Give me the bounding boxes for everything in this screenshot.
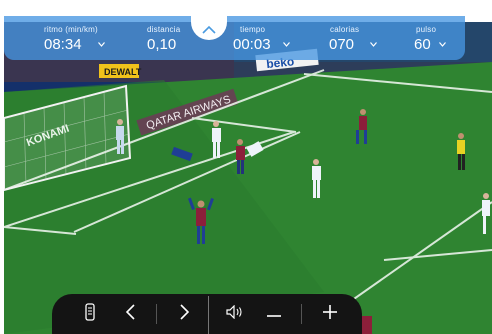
metric-pace-label: ritmo (min/km): [44, 25, 98, 34]
chevron-down-icon[interactable]: [439, 40, 446, 49]
video-player[interactable]: DEWALT beko QATAR AIRWAYS KONAMI: [4, 22, 492, 334]
minus-icon: [266, 305, 282, 323]
metric-pulse[interactable]: pulso 60: [414, 16, 462, 60]
chevron-down-icon[interactable]: [370, 40, 377, 49]
treadmill-screen: DEWALT beko QATAR AIRWAYS KONAMI: [0, 0, 492, 334]
divider: [301, 304, 302, 324]
speaker-icon: [226, 304, 246, 324]
metric-time-value: 00:03: [233, 36, 271, 53]
next-button[interactable]: [174, 303, 194, 325]
chevron-down-icon[interactable]: [283, 40, 290, 49]
chevron-left-icon: [125, 303, 135, 325]
playback-controls-bar: [52, 294, 362, 334]
metric-pulse-value: 60: [414, 36, 431, 53]
metric-pace[interactable]: ritmo (min/km) 08:34: [44, 16, 124, 60]
metric-calories[interactable]: calorias 070: [329, 16, 389, 60]
ad-dewalt: DEWALT: [104, 67, 142, 77]
metric-distance-value: 0,10: [147, 36, 177, 53]
volume-button[interactable]: [224, 304, 248, 324]
workout-metrics-bar: ritmo (min/km) 08:34 distancia 0,10 tiem…: [4, 16, 465, 60]
divider: [156, 304, 157, 324]
chevron-right-icon: [179, 303, 189, 325]
football-match-frame: DEWALT beko QATAR AIRWAYS KONAMI: [4, 22, 492, 334]
remote-button[interactable]: [80, 302, 100, 326]
metric-time-label: tiempo: [240, 25, 266, 34]
volume-down-button[interactable]: [264, 304, 284, 324]
metric-calories-label: calorias: [330, 25, 360, 34]
metric-pace-value: 08:34: [44, 36, 82, 53]
metric-distance-label: distancia: [147, 25, 181, 34]
chevron-down-icon[interactable]: [98, 40, 105, 49]
plus-icon: [322, 304, 338, 325]
metric-pulse-label: pulso: [416, 25, 437, 34]
divider: [208, 296, 209, 334]
volume-up-button[interactable]: [320, 304, 340, 324]
metric-calories-value: 070: [329, 36, 355, 53]
previous-button[interactable]: [120, 303, 140, 325]
remote-icon: [85, 302, 95, 326]
chevron-up-icon: [202, 21, 216, 39]
metric-time[interactable]: tiempo 00:03: [233, 16, 303, 60]
